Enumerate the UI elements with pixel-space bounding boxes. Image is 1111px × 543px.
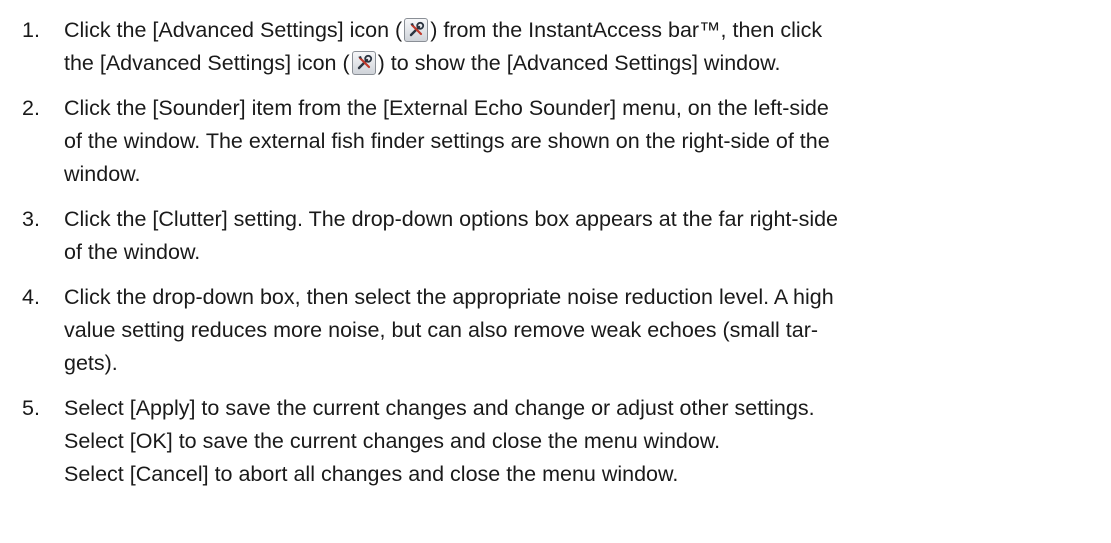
- step-line-text: Click the [Advanced Settings] icon (: [64, 18, 403, 42]
- step-number: 2.: [22, 96, 40, 120]
- step-line: value setting reduces more noise, but ca…: [64, 318, 819, 342]
- step-line: of the window. The external fish finder …: [64, 129, 830, 153]
- step-line: gets).: [64, 351, 118, 375]
- advanced-settings-icon: [351, 51, 376, 75]
- step-4: 4. Click the drop-down box, then select …: [22, 281, 1091, 380]
- step-number: 4.: [22, 285, 40, 309]
- step-line: Select [OK] to save the current changes …: [64, 429, 721, 453]
- step-line-text: ) from the InstantAccess bar™, then clic…: [430, 18, 823, 42]
- step-line-text: ) to show the [Advanced Settings] window…: [377, 51, 781, 75]
- step-line: the [Advanced Settings] icon ( ) to show …: [64, 47, 1091, 80]
- instruction-steps: 1. Click the [Advanced Settings] icon ()…: [0, 0, 1111, 491]
- step-5: 5. Select [Apply] to save the current ch…: [22, 392, 1091, 491]
- advanced-settings-icon: [404, 18, 429, 42]
- step-text: Select [Apply] to save the current chang…: [64, 392, 1091, 491]
- step-line: Select [Apply] to save the current chang…: [64, 396, 815, 420]
- step-text: Click the drop-down box, then select the…: [64, 281, 1091, 380]
- step-number: 5.: [22, 396, 40, 420]
- step-line-text: the [Advanced Settings] icon (: [64, 51, 350, 75]
- step-text: Click the [Sounder] item from the [Exter…: [64, 92, 1091, 191]
- step-line: Click the [Advanced Settings] icon ( ) fr…: [64, 14, 1091, 47]
- step-3: 3. Click the [Clutter] setting. The drop…: [22, 203, 1091, 269]
- step-text: Click the [Clutter] setting. The drop-do…: [64, 203, 1091, 269]
- step-line: Click the drop-down box, then select the…: [64, 285, 834, 309]
- step-line: window.: [64, 162, 141, 186]
- step-line: Click the [Clutter] setting. The drop-do…: [64, 207, 839, 231]
- step-1: 1. Click the [Advanced Settings] icon ()…: [22, 14, 1091, 80]
- step-line: Click the [Sounder] item from the [Exter…: [64, 96, 829, 120]
- step-number: 3.: [22, 207, 40, 231]
- step-line: of the window.: [64, 240, 201, 264]
- step-number: 1.: [22, 18, 40, 42]
- step-text: Click the [Advanced Settings] icon ( ) fr…: [64, 14, 1091, 80]
- step-2: 2. Click the [Sounder] item from the [Ex…: [22, 92, 1091, 191]
- step-line: Select [Cancel] to abort all changes and…: [64, 462, 679, 486]
